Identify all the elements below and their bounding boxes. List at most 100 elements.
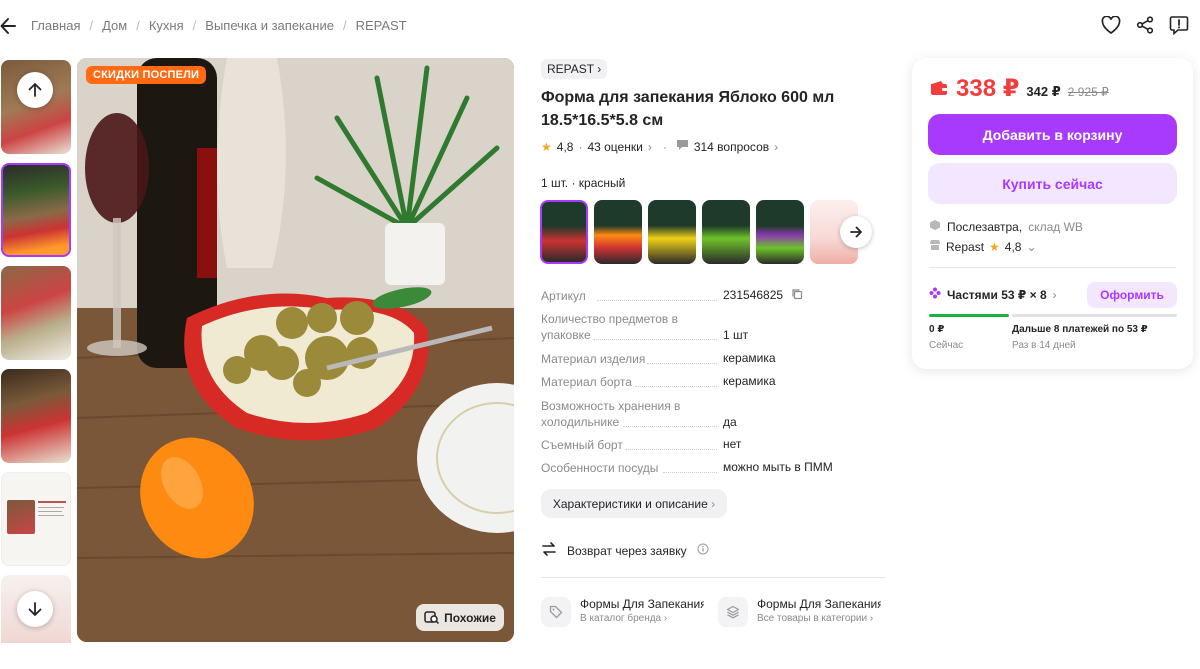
similar-label: Похожие <box>444 610 496 625</box>
spec-value: 231546825 <box>723 288 784 302</box>
rating-row: ★ 4,8 · 43 оценки › · 314 вопросов › <box>541 139 779 154</box>
questions-link[interactable]: 314 вопросов <box>694 140 769 154</box>
category-title: Формы Для Запекания <box>757 597 881 611</box>
pay-now-amount: 0 ₽ <box>929 324 945 335</box>
breadcrumb-kitchen[interactable]: Кухня <box>149 18 184 33</box>
star-icon: ★ <box>989 239 1000 254</box>
variant-label: 1 шт. · красный <box>541 176 626 190</box>
product-title: Форма для запекания Яблоко 600 мл 18.5*1… <box>541 89 835 129</box>
seller-info[interactable]: Repast ★ 4,8 ⌄ <box>929 239 1037 254</box>
pay-now-label: Сейчас <box>929 340 964 351</box>
bottom-links: Формы Для Запекания В каталог бренда › Ф… <box>541 597 886 631</box>
spec-key: Материал борта <box>541 375 632 389</box>
pay-now-block: 0 ₽ Сейчас <box>929 324 963 351</box>
price-without-wallet: 342 ₽ <box>1026 84 1061 99</box>
return-icon <box>541 541 557 560</box>
variant-swatch-green[interactable] <box>702 200 750 264</box>
similar-button[interactable]: Похожие <box>416 604 504 631</box>
back-arrow-icon[interactable] <box>0 15 18 37</box>
buy-card: 338 ₽ 342 ₽ 2 925 ₽ Добавить в корзину К… <box>912 58 1193 369</box>
category-link[interactable]: Формы Для Запекания Все товары в категор… <box>718 597 881 627</box>
variant-swatch-red[interactable] <box>540 200 588 264</box>
payment-progress-paid <box>929 314 1009 317</box>
rating-value: 4,8 <box>556 139 574 154</box>
variant-swatch-yellow[interactable] <box>648 200 696 264</box>
thumbnail-column <box>0 58 72 643</box>
brand-catalog-sub: В каталог бренда <box>580 613 662 624</box>
pay-later-amount: Дальше 8 платежей по 53 ₽ <box>1012 324 1148 335</box>
variant-swatches <box>540 200 860 264</box>
breadcrumb-dom[interactable]: Дом <box>102 18 127 33</box>
star-icon: ★ <box>541 139 552 154</box>
price-row: 338 ₽ 342 ₽ 2 925 ₽ <box>929 74 1109 103</box>
pay-later-label: Раз в 14 дней <box>1012 340 1076 351</box>
promo-badge: СКИДКИ ПОСПЕЛИ <box>86 66 207 84</box>
installments-text: Частями 53 ₽ × 8 <box>947 287 1047 302</box>
top-bar: Главная / Дом / Кухня / Выпечка и запекание… <box>0 0 1200 52</box>
brand-catalog-link[interactable]: Формы Для Запекания В каталог бренда › <box>541 597 704 627</box>
spec-value: 1 шт <box>723 328 749 342</box>
wallet-icon <box>929 80 949 101</box>
heart-icon[interactable] <box>1100 14 1122 36</box>
delivery-warehouse: склад WB <box>1028 219 1083 234</box>
swatches-next-button[interactable] <box>840 216 872 248</box>
characteristics-button[interactable]: Характеристики и описание › <box>541 489 727 518</box>
reviews-link[interactable]: 43 оценки <box>587 140 642 154</box>
installments-link[interactable]: Частями 53 ₽ × 8 › <box>929 287 1057 302</box>
spec-value: керамика <box>723 351 776 365</box>
seller-name: Repast <box>946 239 985 254</box>
variant-swatch-purple[interactable] <box>756 200 804 264</box>
spec-key: Съемный борт <box>541 438 623 452</box>
brand-catalog-title: Формы Для Запекания <box>580 597 704 611</box>
divider <box>929 267 1176 268</box>
installments-icon <box>929 287 941 302</box>
copy-icon[interactable] <box>791 288 803 303</box>
delivery-date: Послезавтра, <box>947 219 1023 234</box>
divider <box>541 577 885 578</box>
spec-value: керамика <box>723 374 776 388</box>
layers-icon <box>718 597 748 627</box>
brand-name: REPAST <box>547 62 594 76</box>
add-to-cart-button[interactable]: Добавить в корзину <box>928 114 1177 155</box>
price-current: 338 ₽ <box>956 75 1020 102</box>
return-text: Возврат через заявку <box>567 543 687 558</box>
payment-progress-remaining <box>1012 314 1177 317</box>
spec-key: Артикул <box>541 289 586 303</box>
questions-icon <box>676 139 689 154</box>
spec-key: Особенности посуды <box>541 461 659 475</box>
thumbnail-3[interactable] <box>1 266 71 360</box>
share-icon[interactable] <box>1134 14 1156 36</box>
report-icon[interactable] <box>1168 14 1190 36</box>
thumbnail-5[interactable] <box>1 472 71 566</box>
thumbnails-down-button[interactable] <box>17 591 53 627</box>
price-old: 2 925 ₽ <box>1067 85 1109 99</box>
spec-value: можно мыть в ПММ <box>723 460 833 474</box>
chevron-down-icon: ⌄ <box>1026 239 1037 254</box>
tag-icon <box>541 597 571 627</box>
pay-later-block: Дальше 8 платежей по 53 ₽ Раз в 14 дней <box>1012 324 1148 351</box>
thumbnail-2[interactable] <box>1 163 71 257</box>
spec-value: нет <box>723 437 742 451</box>
seller-rating: 4,8 <box>1004 239 1022 254</box>
breadcrumb-baking[interactable]: Выпечка и запекание <box>205 18 334 33</box>
characteristics-label: Характеристики и описание <box>552 496 708 511</box>
thumbnails-up-button[interactable] <box>17 72 53 108</box>
similar-icon <box>424 610 440 624</box>
main-product-photo[interactable] <box>77 58 514 642</box>
info-icon[interactable] <box>697 543 709 558</box>
shop-icon <box>929 239 941 254</box>
breadcrumb-brand[interactable]: REPAST <box>356 18 407 33</box>
checkout-button[interactable]: Оформить <box>1087 282 1177 308</box>
category-sub: Все товары в категории <box>757 613 868 624</box>
spec-value: да <box>723 415 737 429</box>
thumbnail-4[interactable] <box>1 369 71 463</box>
variant-swatch-orange[interactable] <box>594 200 642 264</box>
return-info: Возврат через заявку <box>541 541 709 560</box>
delivery-info: Послезавтра, склад WB <box>929 219 1083 234</box>
breadcrumb-home[interactable]: Главная <box>31 18 80 33</box>
buy-now-button[interactable]: Купить сейчас <box>928 163 1177 204</box>
breadcrumb: Главная / Дом / Кухня / Выпечка и запекание… <box>31 18 407 33</box>
brand-link[interactable]: REPAST › <box>541 59 608 79</box>
box-icon <box>929 219 941 234</box>
spec-key: Материал изделия <box>541 352 646 366</box>
